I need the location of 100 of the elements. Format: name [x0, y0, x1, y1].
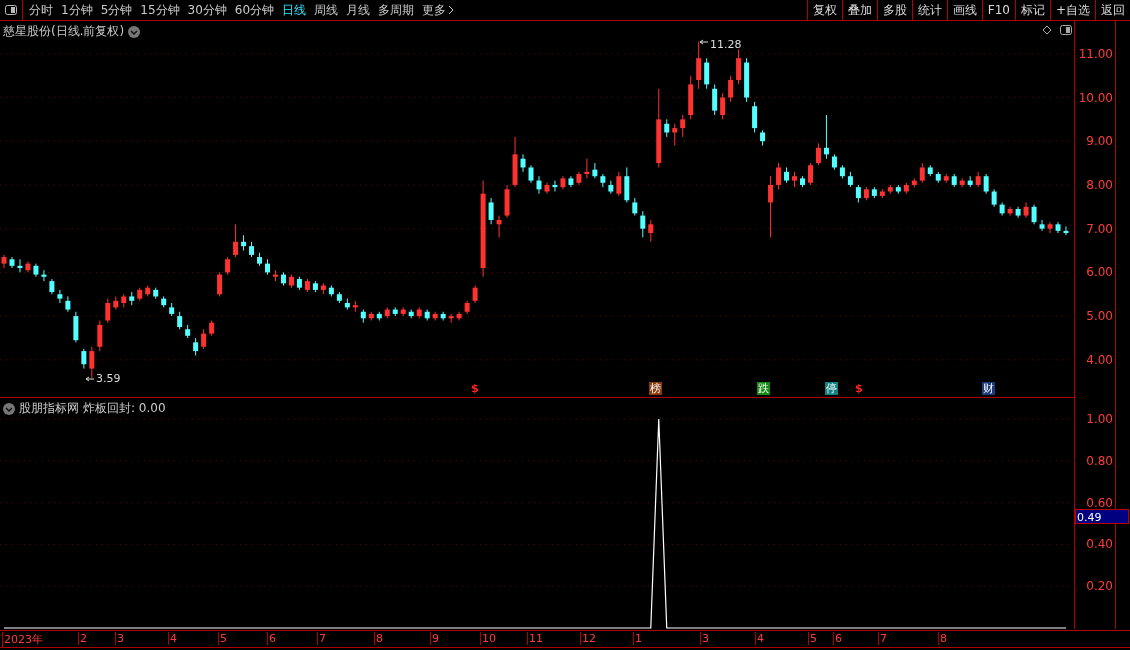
event-tag[interactable]: 榜 [649, 382, 662, 395]
candle [568, 175, 574, 188]
toolbar-button[interactable]: 画线 [946, 0, 982, 20]
candle [752, 101, 758, 133]
candle [265, 258, 270, 276]
candle [89, 346, 95, 379]
date-axis-label: 7 [317, 632, 326, 645]
date-axis-label: 1 [633, 632, 642, 645]
candle [887, 184, 893, 195]
low-price-label: 3.59 [96, 372, 121, 385]
candle [768, 175, 774, 238]
candle [488, 197, 494, 225]
period-tab[interactable]: 周线 [314, 1, 339, 19]
price-axis-label: 8.00 [1085, 177, 1113, 192]
date-axis-label: 6 [267, 632, 276, 645]
period-tab[interactable]: 30分钟 [187, 1, 227, 19]
dollar-marker[interactable]: $ [854, 382, 864, 395]
dropdown-icon[interactable] [128, 25, 141, 38]
candle [1047, 221, 1053, 234]
toolbar-button[interactable]: 叠加 [841, 0, 877, 20]
toolbar-button[interactable]: 返回 [1095, 0, 1130, 20]
candle [536, 175, 542, 195]
toolbar-button[interactable]: +自选 [1049, 0, 1095, 20]
candle [855, 184, 861, 203]
period-tab[interactable]: 5分钟 [100, 1, 133, 19]
candle [696, 41, 702, 90]
candle [943, 173, 949, 184]
period-tab[interactable]: 分时 [29, 1, 53, 19]
candle [496, 215, 502, 238]
candle [560, 175, 566, 190]
date-axis-label: 4 [755, 632, 764, 645]
candle [344, 298, 350, 311]
date-axis-label: 8 [374, 632, 383, 645]
period-tab[interactable]: 多周期 [378, 1, 415, 19]
candle [624, 166, 630, 203]
panel-toggle-icon[interactable] [1060, 25, 1072, 35]
dropdown-icon[interactable] [3, 402, 15, 415]
candle [360, 309, 366, 324]
candle [296, 276, 302, 291]
high-price-label: 11.28 [710, 38, 742, 51]
candle [592, 162, 598, 179]
price-axis-label: 4.00 [1085, 352, 1113, 367]
candle [65, 295, 71, 313]
period-tab[interactable]: 日线 [282, 1, 307, 19]
candle [416, 306, 422, 319]
indicator-title: 股朋指标网 [19, 400, 79, 417]
toolbar-button[interactable]: F10 [981, 0, 1015, 20]
candle [576, 171, 582, 186]
candle [193, 337, 199, 356]
date-axis-label: 2 [78, 632, 87, 645]
candle [608, 180, 614, 195]
candle [911, 177, 917, 188]
price-axis-label: 9.00 [1085, 134, 1113, 149]
toolbar-button[interactable]: 统计 [911, 0, 947, 20]
candle [81, 348, 87, 370]
candle [280, 271, 286, 286]
candle [632, 197, 638, 217]
candle [800, 175, 805, 188]
candle [376, 311, 382, 321]
price-axis-label: 10.00 [1077, 90, 1113, 105]
candle [129, 291, 135, 306]
period-tab[interactable]: 月线 [346, 1, 371, 19]
chevron-icon [448, 5, 455, 15]
candle [145, 285, 151, 297]
toolbar-button[interactable]: 多股 [876, 0, 912, 20]
event-tag[interactable]: 停 [825, 382, 838, 395]
period-tab[interactable]: 15分钟 [140, 1, 180, 19]
indicator-value: 炸板回封: 0.00 [83, 400, 166, 417]
candle [105, 298, 111, 324]
candle [1007, 206, 1013, 217]
indicator-axis-label: 1.00 [1085, 411, 1113, 426]
date-axis-label: 5 [218, 632, 227, 645]
dollar-marker[interactable]: $ [470, 382, 480, 395]
candle [736, 48, 742, 85]
candle [57, 289, 63, 304]
price-axis-label: 5.00 [1085, 309, 1113, 324]
event-tag[interactable]: 跌 [757, 382, 770, 395]
event-tag[interactable]: 财 [982, 382, 995, 395]
candle [776, 162, 782, 190]
candle [201, 328, 207, 350]
diamond-icon[interactable] [1042, 25, 1052, 35]
indicator-axis-label: 0.60 [1085, 495, 1113, 510]
toolbar-button[interactable]: 复权 [806, 0, 842, 20]
period-tab[interactable]: 更多 [422, 1, 455, 19]
candle [520, 153, 526, 173]
candle [153, 287, 159, 300]
candle [983, 173, 989, 195]
date-axis-label: 3 [115, 632, 124, 645]
candle [392, 306, 398, 317]
candle [512, 136, 518, 188]
candle [847, 171, 853, 188]
candle [464, 300, 470, 315]
period-tab[interactable]: 60分钟 [234, 1, 275, 19]
candle [839, 164, 845, 179]
candle [304, 278, 310, 293]
candle [209, 320, 215, 337]
candle [823, 114, 829, 160]
toolbar-button[interactable]: 标记 [1014, 0, 1050, 20]
candle [320, 282, 326, 295]
period-tab[interactable]: 1分钟 [61, 1, 93, 19]
